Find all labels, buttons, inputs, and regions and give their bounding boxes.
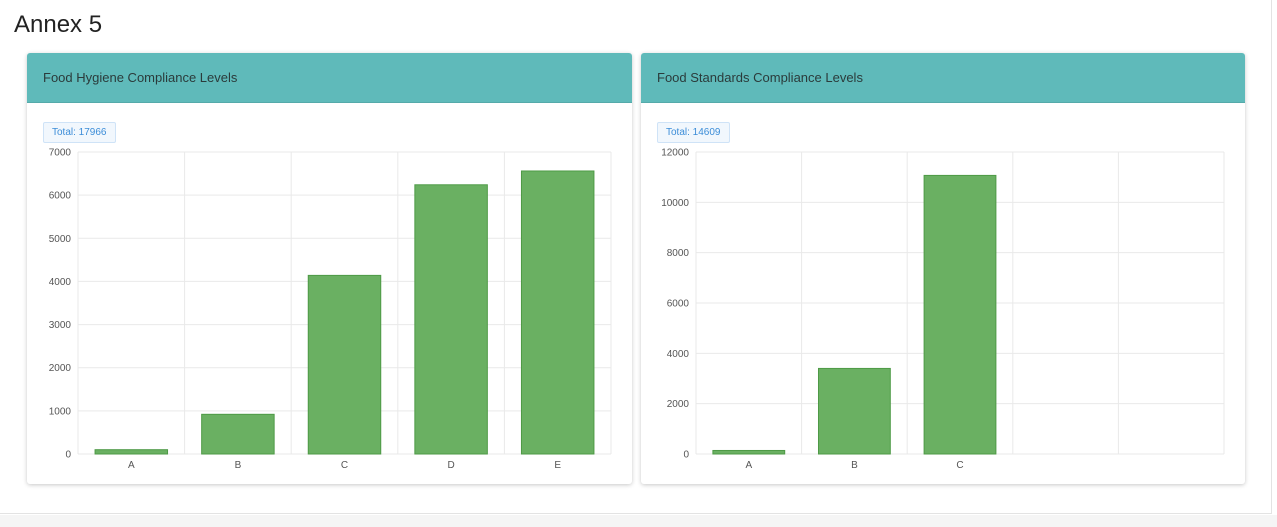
bar-d — [414, 184, 488, 455]
hygiene-panel: Food Hygiene Compliance Levels Total: 17… — [27, 53, 632, 484]
x-tick-label: A — [745, 460, 752, 471]
bar-c — [307, 274, 382, 455]
y-tick-label: 6000 — [667, 299, 690, 310]
y-tick-label: 2000 — [49, 363, 72, 374]
x-tick-label: C — [341, 460, 348, 471]
bar-a — [712, 449, 786, 455]
y-tick-label: 0 — [683, 450, 689, 461]
bar-b — [201, 413, 275, 455]
y-tick-label: 3000 — [49, 320, 72, 331]
annex-section: Annex 5 Food Hygiene Compliance Levels T… — [0, 0, 1272, 514]
bar-a — [94, 449, 169, 455]
bar-b — [817, 367, 891, 455]
x-tick-label: E — [554, 460, 561, 471]
bar-e — [520, 170, 595, 455]
x-tick-label: D — [447, 460, 454, 471]
standards-panel: Food Standards Compliance Levels Total: … — [641, 53, 1245, 484]
footer-strip — [0, 515, 1277, 527]
page-title: Annex 5 — [14, 11, 103, 38]
y-tick-label: 5000 — [49, 234, 72, 245]
y-tick-label: 0 — [65, 450, 71, 461]
y-tick-label: 10000 — [661, 198, 689, 209]
x-tick-label: B — [235, 460, 242, 471]
hygiene-bar-chart: 0 1000 2000 3000 4000 5000 6000 7000 A B C D E — [49, 148, 612, 471]
x-tick-label: A — [128, 460, 135, 471]
standards-bar-chart: 0 2000 4000 6000 8000 10000 12000 A B C — [661, 148, 1225, 471]
y-tick-label: 2000 — [667, 399, 690, 410]
y-tick-label: 12000 — [661, 148, 689, 159]
y-tick-label: 6000 — [49, 191, 72, 202]
y-tick-label: 7000 — [49, 148, 72, 159]
y-tick-label: 4000 — [667, 349, 690, 360]
y-tick-label: 1000 — [49, 406, 72, 417]
x-tick-label: B — [851, 460, 858, 471]
y-tick-label: 8000 — [667, 248, 690, 259]
bar-c — [923, 174, 997, 455]
y-tick-label: 4000 — [49, 277, 72, 288]
x-tick-label: C — [956, 460, 963, 471]
